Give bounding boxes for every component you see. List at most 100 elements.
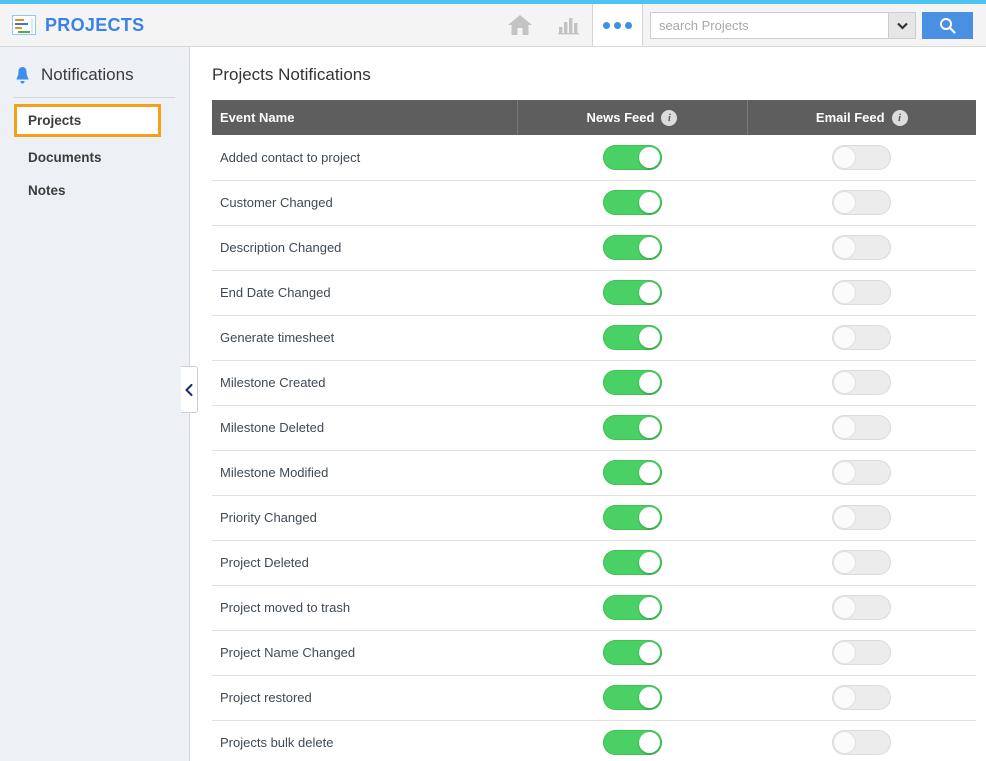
column-header-news-feed: News Feed i: [516, 100, 747, 135]
news-feed-toggle[interactable]: [602, 505, 662, 530]
news-feed-toggle[interactable]: [602, 550, 662, 575]
page-title: Projects Notifications: [212, 65, 371, 84]
table-row: Project moved to trash: [212, 585, 976, 631]
toggle-knob: [834, 282, 855, 303]
email-feed-toggle[interactable]: [832, 415, 891, 440]
reports-button[interactable]: [544, 4, 592, 46]
home-button[interactable]: [496, 4, 544, 46]
table-row: Projects bulk delete: [212, 720, 976, 761]
event-name-cell: Project restored: [212, 675, 517, 721]
sidebar-item-projects[interactable]: Projects: [14, 104, 161, 137]
event-name-cell: Added contact to project: [212, 135, 517, 181]
email-feed-toggle[interactable]: [832, 280, 891, 305]
event-name-cell: Project Name Changed: [212, 630, 517, 676]
sidebar-title: Notifications: [41, 65, 134, 84]
search-scope-dropdown[interactable]: [888, 12, 916, 39]
event-name-cell: Customer Changed: [212, 180, 517, 226]
body: Notifications Projects Documents Notes P…: [0, 47, 986, 761]
search-input[interactable]: [650, 12, 888, 39]
news-feed-toggle-cell: [517, 675, 747, 721]
more-options-button[interactable]: [592, 4, 643, 46]
news-feed-toggle-cell: [517, 720, 747, 761]
news-feed-toggle[interactable]: [602, 370, 662, 395]
news-feed-toggle-cell: [517, 360, 747, 406]
search-bar: [650, 12, 973, 39]
toggle-knob: [834, 417, 855, 438]
toggle-knob: [834, 642, 855, 663]
search-button[interactable]: [922, 12, 973, 39]
news-feed-toggle[interactable]: [602, 640, 662, 665]
email-feed-toggle[interactable]: [832, 595, 891, 620]
toggle-knob: [638, 552, 660, 573]
table-row: End Date Changed: [212, 270, 976, 316]
column-label: Email Feed: [815, 110, 885, 125]
email-feed-toggle[interactable]: [832, 370, 891, 395]
sidebar-divider: [14, 97, 175, 98]
toggle-knob: [638, 282, 660, 303]
bar-chart-icon: [558, 18, 579, 35]
table-row: Project Name Changed: [212, 630, 976, 676]
table-row: Priority Changed: [212, 495, 976, 541]
toggle-knob: [638, 192, 660, 213]
news-feed-toggle-cell: [517, 180, 747, 226]
news-feed-toggle[interactable]: [602, 235, 662, 260]
column-header-email-feed: Email Feed i: [746, 100, 976, 135]
news-feed-toggle-cell: [517, 585, 747, 631]
table-row: Milestone Modified: [212, 450, 976, 496]
column-label: Event Name: [220, 110, 295, 125]
email-feed-toggle-cell: [747, 360, 976, 406]
sidebar-collapse-handle[interactable]: [181, 366, 198, 413]
sidebar-item-notes[interactable]: Notes: [14, 174, 161, 207]
toggle-knob: [834, 687, 855, 708]
news-feed-toggle[interactable]: [602, 595, 662, 620]
sidebar-item-documents[interactable]: Documents: [14, 141, 161, 174]
info-icon[interactable]: i: [661, 109, 678, 126]
news-feed-toggle[interactable]: [602, 460, 662, 485]
toggle-knob: [834, 372, 855, 393]
more-dots-icon: [603, 21, 610, 29]
email-feed-toggle[interactable]: [832, 235, 891, 260]
email-feed-toggle-cell: [747, 405, 976, 451]
email-feed-toggle[interactable]: [832, 505, 891, 530]
news-feed-toggle[interactable]: [602, 280, 662, 305]
email-feed-toggle[interactable]: [832, 730, 891, 755]
table-row: Description Changed: [212, 225, 976, 271]
news-feed-toggle[interactable]: [602, 730, 662, 755]
news-feed-toggle[interactable]: [602, 325, 662, 350]
email-feed-toggle[interactable]: [832, 685, 891, 710]
email-feed-toggle[interactable]: [832, 190, 891, 215]
event-name-cell: Project Deleted: [212, 540, 517, 586]
sidebar-item-label: Notes: [28, 183, 66, 198]
news-feed-toggle-cell: [517, 495, 747, 541]
info-icon[interactable]: i: [891, 109, 908, 126]
table-row: Project restored: [212, 675, 976, 721]
toggle-knob: [638, 732, 660, 753]
email-feed-toggle-cell: [747, 225, 976, 271]
toggle-knob: [638, 146, 660, 168]
table-body: Added contact to project Customer Changed…: [212, 135, 976, 761]
search-icon: [940, 18, 956, 34]
sidebar: Notifications Projects Documents Notes: [0, 47, 190, 761]
event-name-cell: Milestone Deleted: [212, 405, 517, 451]
email-feed-toggle[interactable]: [832, 460, 891, 485]
news-feed-toggle-cell: [517, 405, 747, 451]
email-feed-toggle[interactable]: [832, 550, 891, 575]
toggle-knob: [834, 192, 855, 213]
sidebar-item-label: Documents: [28, 150, 102, 165]
news-feed-toggle[interactable]: [602, 190, 662, 215]
column-label: News Feed: [586, 110, 655, 125]
email-feed-toggle[interactable]: [832, 325, 891, 350]
news-feed-toggle[interactable]: [602, 415, 662, 440]
email-feed-toggle[interactable]: [832, 144, 891, 170]
email-feed-toggle-cell: [747, 315, 976, 361]
news-feed-toggle[interactable]: [602, 685, 662, 710]
toggle-knob: [834, 597, 855, 618]
brand[interactable]: PROJECTS: [0, 4, 144, 46]
main-content: Projects Notifications Event Name News F…: [190, 47, 986, 761]
email-feed-toggle-cell: [747, 720, 976, 761]
app-header: PROJECTS: [0, 4, 986, 47]
toggle-knob: [638, 372, 660, 393]
email-feed-toggle[interactable]: [832, 640, 891, 665]
news-feed-toggle-cell: [517, 315, 747, 361]
news-feed-toggle[interactable]: [602, 144, 662, 170]
